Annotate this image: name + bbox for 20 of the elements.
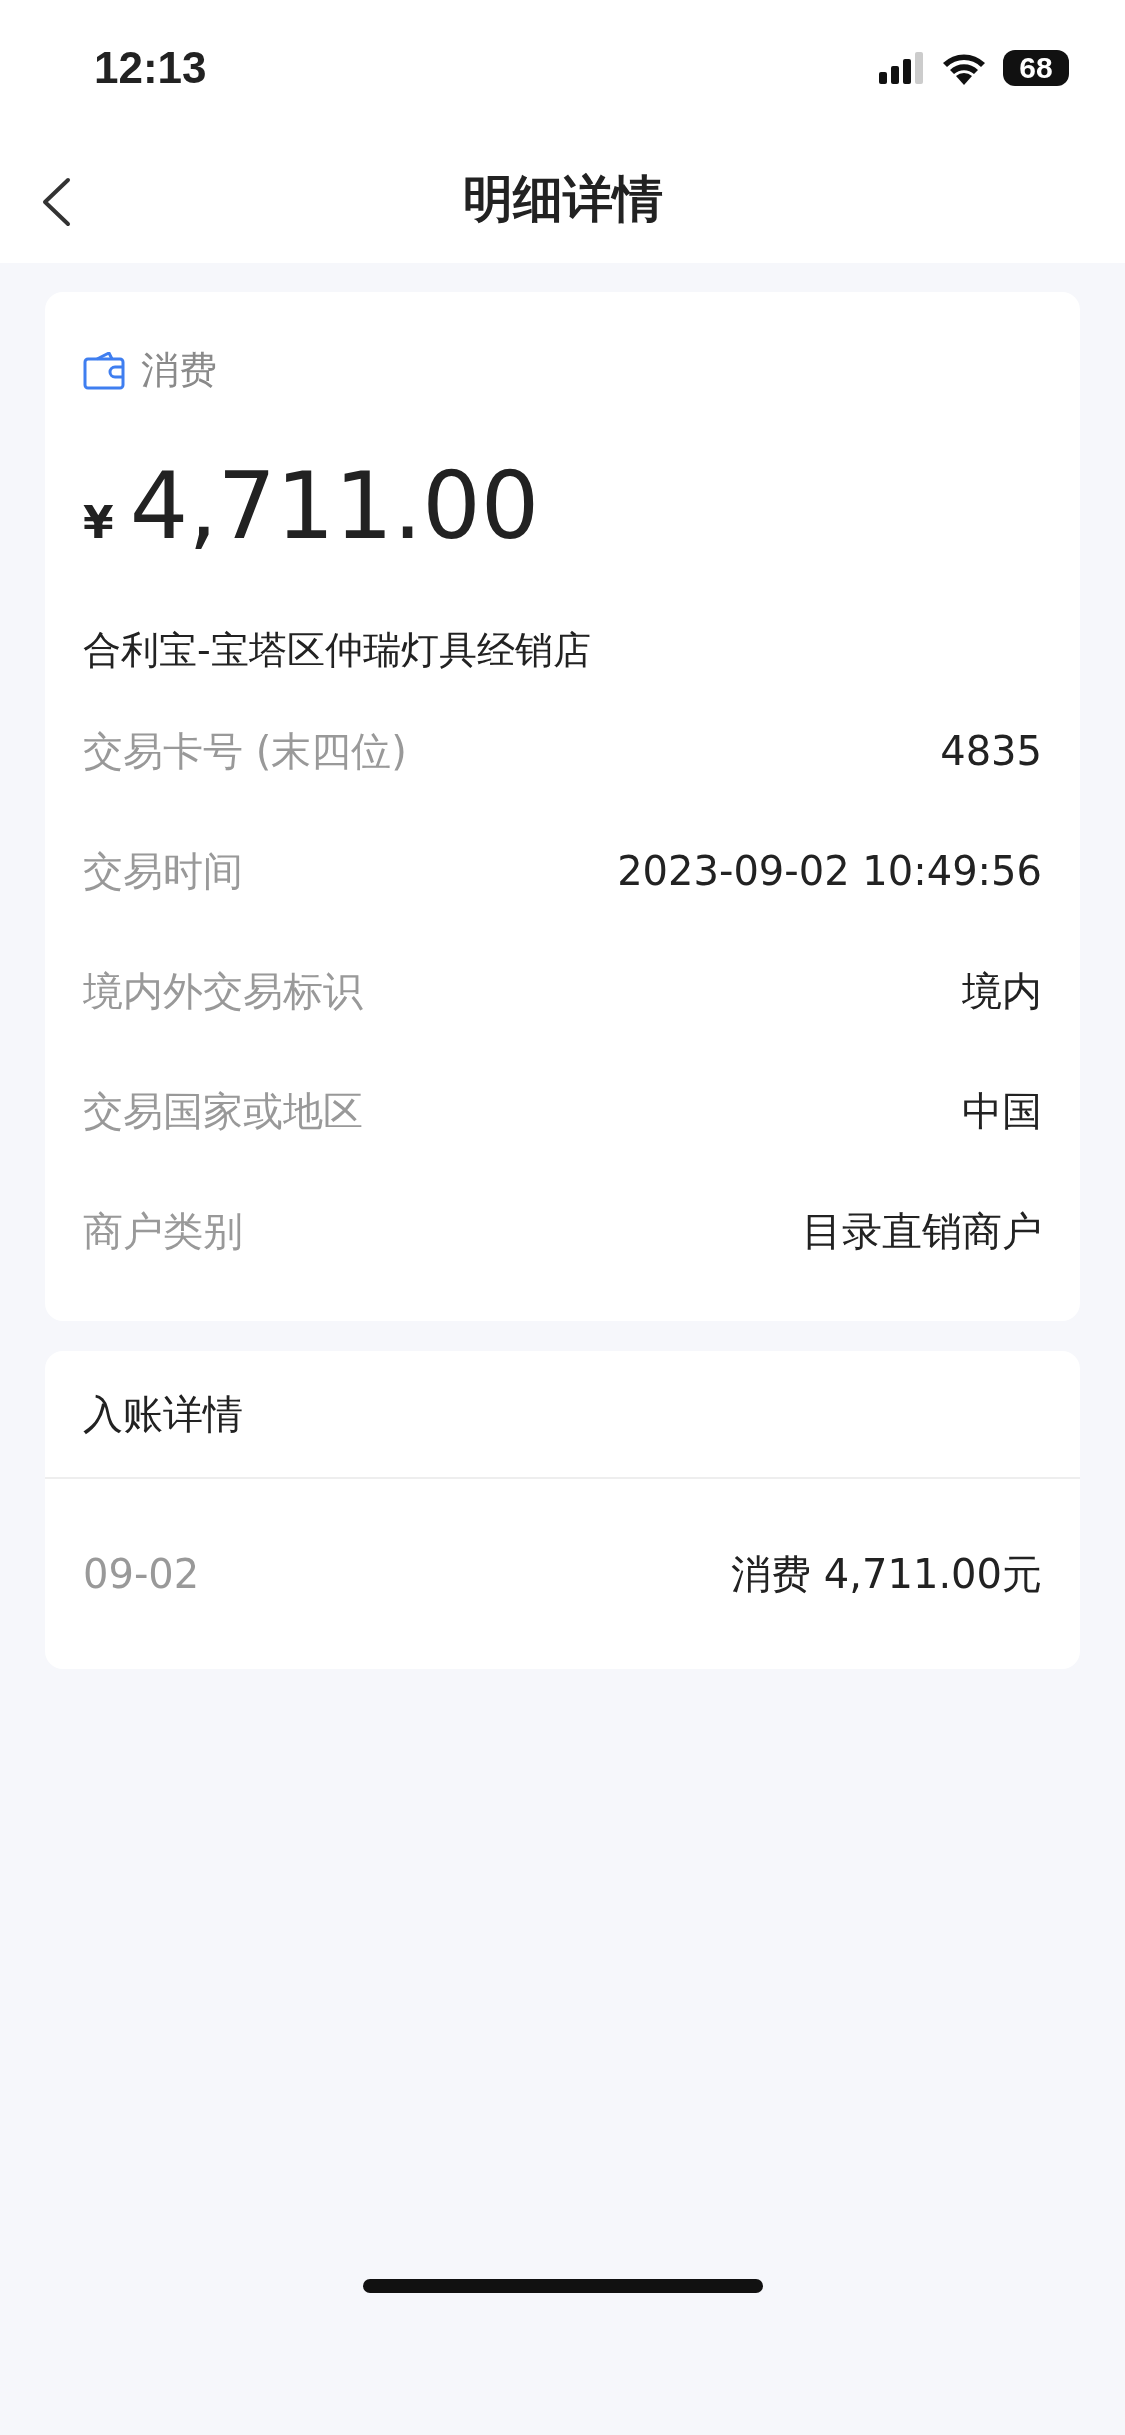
detail-value: 4835 <box>940 727 1042 776</box>
detail-label: 交易卡号 (末四位) <box>83 727 407 776</box>
merchant-name: 合利宝-宝塔区仲瑞灯具经销店 <box>83 627 592 674</box>
currency-symbol: ¥ <box>83 496 114 550</box>
status-time: 12:13 <box>94 41 207 94</box>
detail-label: 商户类别 <box>83 1207 243 1256</box>
detail-label: 交易国家或地区 <box>83 1087 363 1136</box>
transaction-type: 消费 <box>141 347 217 394</box>
detail-value: 中国 <box>962 1087 1042 1136</box>
detail-value: 目录直销商户 <box>802 1207 1042 1256</box>
posting-date: 09-02 <box>83 1550 200 1599</box>
amount: 4,711.00 <box>129 461 540 553</box>
battery-indicator: 68 <box>1003 49 1069 86</box>
detail-value: 境内 <box>962 967 1042 1016</box>
detail-label: 交易时间 <box>83 847 243 896</box>
detail-value: 2023-09-02 10:49:56 <box>617 847 1042 896</box>
detail-label: 境内外交易标识 <box>83 967 363 1016</box>
posting-amount: 消费 4,711.00元 <box>731 1550 1042 1599</box>
section-title: 入账详情 <box>83 1390 243 1439</box>
page-title: 明细详情 <box>462 168 663 230</box>
